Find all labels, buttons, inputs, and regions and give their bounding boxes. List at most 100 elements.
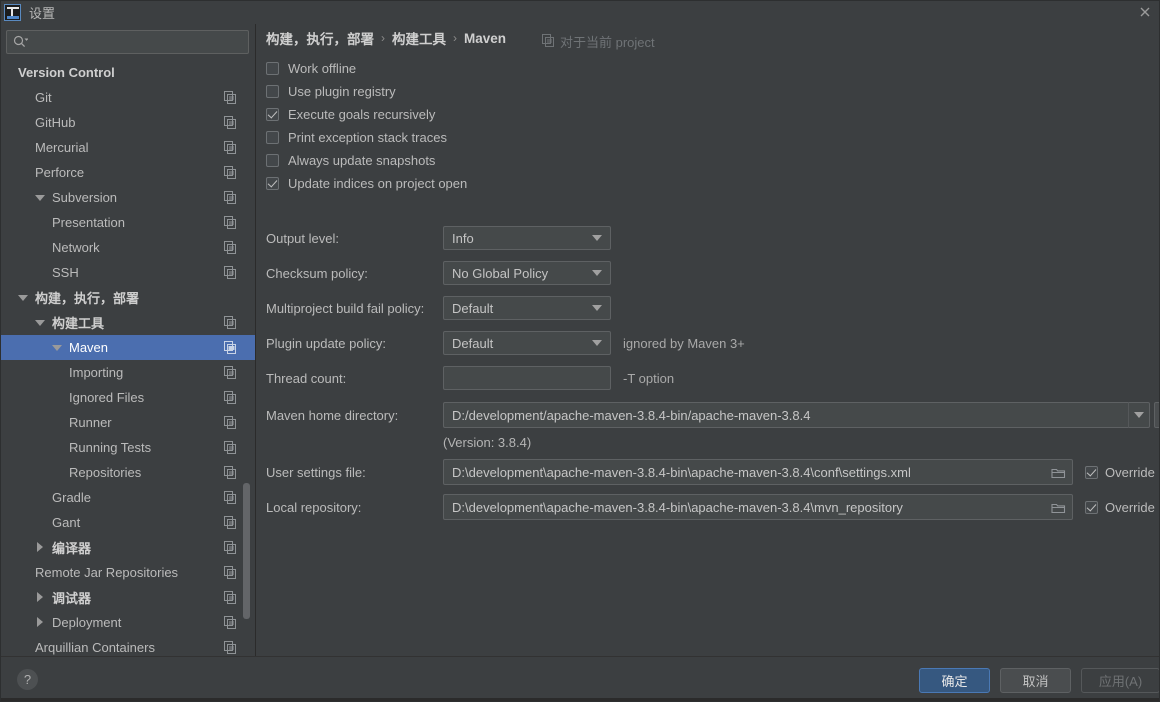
sidebar-item-ignored-files[interactable]: Ignored Files bbox=[0, 385, 255, 410]
help-button[interactable]: ? bbox=[17, 669, 38, 690]
sidebar-item-repositories[interactable]: Repositories bbox=[0, 460, 255, 485]
chevron-right-icon[interactable] bbox=[35, 542, 46, 553]
user-settings-override-checkbox[interactable] bbox=[1085, 465, 1098, 479]
checkbox-row-execute-goals-recursively[interactable]: Execute goals recursively bbox=[266, 103, 467, 126]
apply-button[interactable]: 应用(A) bbox=[1081, 668, 1160, 693]
sidebar-item-version-control[interactable]: Version Control bbox=[0, 60, 255, 85]
copy-settings-icon[interactable] bbox=[223, 415, 237, 429]
copy-settings-icon[interactable] bbox=[223, 440, 237, 454]
copy-settings-icon[interactable] bbox=[223, 190, 237, 204]
sidebar-item-runner[interactable]: Runner bbox=[0, 410, 255, 435]
checkbox-row-print-exception-stack-traces[interactable]: Print exception stack traces bbox=[266, 126, 467, 149]
copy-settings-icon[interactable] bbox=[223, 165, 237, 179]
copy-settings-icon[interactable] bbox=[223, 365, 237, 379]
output-level-value: Info bbox=[452, 230, 474, 246]
output-level-select[interactable]: Info bbox=[443, 226, 611, 250]
chevron-down-icon[interactable] bbox=[52, 342, 63, 353]
sidebar-item-label: Arquillian Containers bbox=[35, 640, 155, 655]
copy-settings-icon[interactable] bbox=[223, 590, 237, 604]
sidebar-item-github[interactable]: GitHub bbox=[0, 110, 255, 135]
maven-home-input[interactable]: D:/development/apache-maven-3.8.4-bin/ap… bbox=[443, 402, 1128, 428]
copy-settings-icon[interactable] bbox=[223, 215, 237, 229]
breadcrumb-item-0[interactable]: 构建，执行，部署 bbox=[266, 28, 374, 48]
sidebar-scrollbar[interactable] bbox=[243, 24, 253, 656]
checkbox-input[interactable] bbox=[266, 62, 279, 75]
user-settings-row: User settings file: D:\development\apach… bbox=[266, 459, 1155, 485]
sidebar-item-gant[interactable]: Gant bbox=[0, 510, 255, 535]
copy-settings-icon[interactable] bbox=[223, 640, 237, 654]
sidebar-item-presentation[interactable]: Presentation bbox=[0, 210, 255, 235]
maven-home-dropdown-button[interactable] bbox=[1128, 402, 1150, 428]
checkbox-row-use-plugin-registry[interactable]: Use plugin registry bbox=[266, 80, 467, 103]
chevron-down-icon[interactable] bbox=[35, 317, 46, 328]
copy-settings-icon[interactable] bbox=[223, 615, 237, 629]
user-settings-override[interactable]: Override bbox=[1085, 465, 1155, 480]
search-box[interactable] bbox=[6, 30, 249, 54]
checksum-policy-select[interactable]: No Global Policy bbox=[443, 261, 611, 285]
copy-settings-icon[interactable] bbox=[223, 465, 237, 479]
sidebar-item-git[interactable]: Git bbox=[0, 85, 255, 110]
local-repository-row: Local repository: D:\development\apache-… bbox=[266, 494, 1155, 520]
copy-settings-icon[interactable] bbox=[223, 390, 237, 404]
sidebar-item-label: Remote Jar Repositories bbox=[35, 565, 179, 580]
checkbox-input[interactable] bbox=[266, 85, 279, 98]
sidebar-item-maven[interactable]: Maven bbox=[0, 335, 255, 360]
search-input[interactable] bbox=[28, 34, 248, 50]
thread-count-input[interactable] bbox=[443, 366, 611, 390]
sidebar-item-label: Ignored Files bbox=[69, 390, 145, 405]
sidebar-item-deployment[interactable]: Deployment bbox=[0, 610, 255, 635]
copy-settings-icon[interactable] bbox=[223, 565, 237, 579]
breadcrumb-item-1[interactable]: 构建工具 bbox=[392, 28, 446, 48]
sidebar-item-ssh[interactable]: SSH bbox=[0, 260, 255, 285]
checkbox-input[interactable] bbox=[266, 131, 279, 144]
sidebar-item-[interactable]: 调试器 bbox=[0, 585, 255, 610]
sidebar-item-arquillian-containers[interactable]: Arquillian Containers bbox=[0, 635, 255, 656]
sidebar-scrollbar-thumb[interactable] bbox=[243, 483, 250, 619]
local-repository-override-checkbox[interactable] bbox=[1085, 500, 1098, 514]
checkbox-input[interactable] bbox=[266, 108, 279, 121]
checkbox-row-work-offline[interactable]: Work offline bbox=[266, 57, 467, 80]
cancel-button[interactable]: 取消 bbox=[1000, 668, 1071, 693]
copy-settings-icon[interactable] bbox=[223, 515, 237, 529]
user-settings-input[interactable]: D:\development\apache-maven-3.8.4-bin\ap… bbox=[443, 459, 1073, 485]
checkbox-row-always-update-snapshots[interactable]: Always update snapshots bbox=[266, 149, 467, 172]
checkbox-row-update-indices-on-project-open[interactable]: Update indices on project open bbox=[266, 172, 467, 195]
sidebar-item-remote-jar-repositories[interactable]: Remote Jar Repositories bbox=[0, 560, 255, 585]
folder-icon[interactable] bbox=[1051, 501, 1066, 514]
plugin-update-policy-select[interactable]: Default bbox=[443, 331, 611, 355]
copy-settings-icon[interactable] bbox=[223, 240, 237, 254]
sidebar-item-subversion[interactable]: Subversion bbox=[0, 185, 255, 210]
checkbox-input[interactable] bbox=[266, 177, 279, 190]
sidebar-item-running-tests[interactable]: Running Tests bbox=[0, 435, 255, 460]
ok-button[interactable]: 确定 bbox=[919, 668, 990, 693]
sidebar-item-mercurial[interactable]: Mercurial bbox=[0, 135, 255, 160]
multiproject-fail-policy-select[interactable]: Default bbox=[443, 296, 611, 320]
sidebar-item-gradle[interactable]: Gradle bbox=[0, 485, 255, 510]
local-repository-override[interactable]: Override bbox=[1085, 500, 1155, 515]
chevron-down-icon[interactable] bbox=[18, 292, 29, 303]
maven-home-browse-button[interactable]: … bbox=[1154, 402, 1160, 428]
chevron-down-icon[interactable] bbox=[35, 192, 46, 203]
sidebar-item-[interactable]: 构建，执行，部署 bbox=[0, 285, 255, 310]
sidebar-item-[interactable]: 构建工具 bbox=[0, 310, 255, 335]
sidebar-item-[interactable]: 编译器 bbox=[0, 535, 255, 560]
folder-icon[interactable] bbox=[1051, 466, 1066, 479]
chevron-right-icon[interactable] bbox=[35, 617, 46, 628]
chevron-right-icon[interactable] bbox=[35, 592, 46, 603]
copy-settings-icon[interactable] bbox=[223, 140, 237, 154]
sidebar-item-network[interactable]: Network bbox=[0, 235, 255, 260]
close-icon[interactable] bbox=[1130, 0, 1160, 24]
sidebar-item-label: Presentation bbox=[52, 215, 125, 230]
copy-settings-icon[interactable] bbox=[223, 90, 237, 104]
sidebar-item-perforce[interactable]: Perforce bbox=[0, 160, 255, 185]
checkbox-label: Execute goals recursively bbox=[288, 107, 436, 122]
copy-settings-icon[interactable] bbox=[223, 340, 237, 354]
copy-settings-icon[interactable] bbox=[223, 115, 237, 129]
copy-settings-icon[interactable] bbox=[223, 315, 237, 329]
checkbox-input[interactable] bbox=[266, 154, 279, 167]
copy-settings-icon[interactable] bbox=[223, 490, 237, 504]
local-repository-input[interactable]: D:\development\apache-maven-3.8.4-bin\ap… bbox=[443, 494, 1073, 520]
copy-settings-icon[interactable] bbox=[223, 540, 237, 554]
copy-settings-icon[interactable] bbox=[223, 265, 237, 279]
sidebar-item-importing[interactable]: Importing bbox=[0, 360, 255, 385]
